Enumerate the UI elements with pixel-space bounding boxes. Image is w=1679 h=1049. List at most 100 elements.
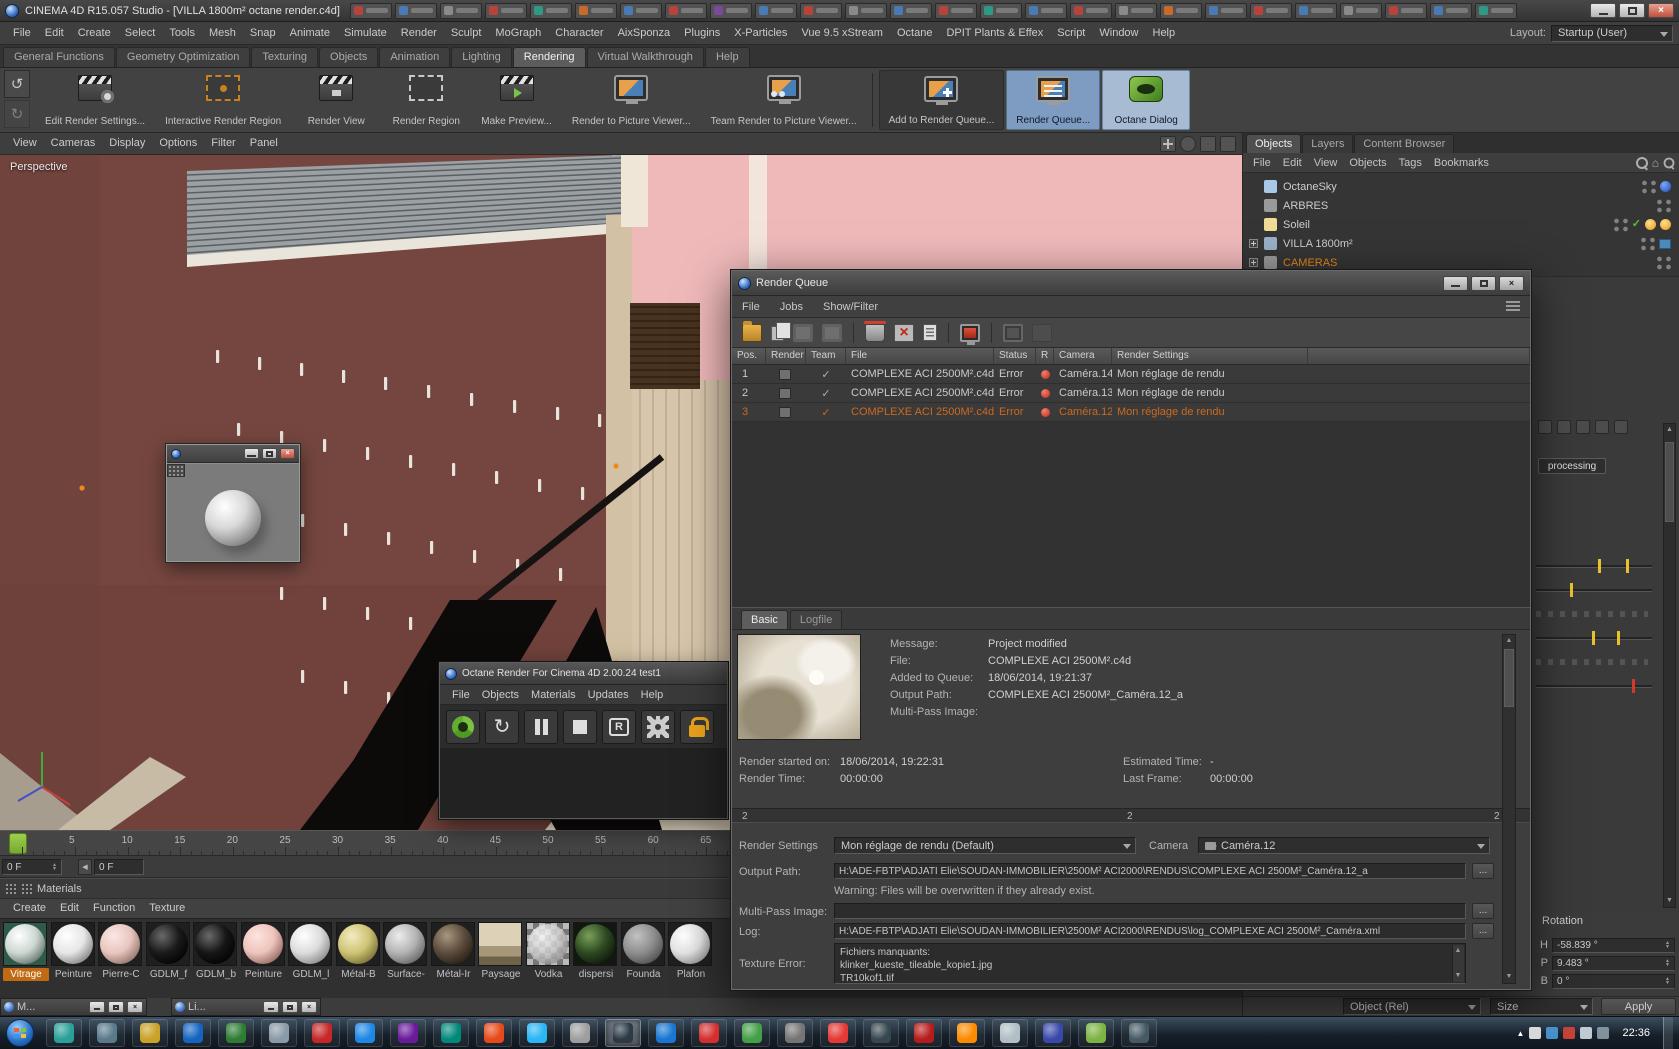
open-job-icon[interactable] <box>742 320 762 342</box>
app-tab[interactable] <box>574 2 617 19</box>
objects-menu-file[interactable]: File <box>1247 157 1277 169</box>
menu-item-octane[interactable]: Octane <box>890 22 939 45</box>
close-button[interactable]: × <box>301 1001 317 1013</box>
octane-lock-button[interactable] <box>680 709 714 744</box>
expander-icon[interactable] <box>1249 239 1258 248</box>
octane-settings-button[interactable] <box>641 709 675 744</box>
pan-icon[interactable] <box>1160 135 1176 152</box>
material-item-gdlm-b[interactable]: GDLM_b <box>193 922 239 981</box>
palette-tab-virtual-walkthrough[interactable]: Virtual Walkthrough <box>586 47 704 67</box>
slider-marker[interactable] <box>1632 679 1636 693</box>
slider-marker[interactable] <box>1616 631 1620 645</box>
render-dots[interactable] <box>1651 179 1656 194</box>
toolbar-button-render-region[interactable]: Render Region <box>382 70 470 130</box>
multipass-field[interactable] <box>834 903 1466 919</box>
tray-icon[interactable] <box>1529 1027 1542 1039</box>
objects-menu-objects[interactable]: Objects <box>1343 157 1392 169</box>
close-button[interactable]: × <box>1648 3 1674 18</box>
tab-objects[interactable]: Objects <box>1246 134 1302 153</box>
toolbar-button-render-queue[interactable]: Render Queue... <box>1006 70 1101 130</box>
app-tab[interactable] <box>439 2 482 19</box>
material-thumbnail[interactable] <box>145 922 190 966</box>
menu-item-script[interactable]: Script <box>1050 22 1092 45</box>
material-thumbnail[interactable] <box>335 922 380 966</box>
material-item-m-tal-b[interactable]: Métal-B <box>335 922 382 981</box>
render-dots[interactable] <box>1666 255 1671 270</box>
menu-item-plugins[interactable]: Plugins <box>677 22 727 45</box>
render-checkbox[interactable] <box>779 406 791 418</box>
show-desktop-button[interactable] <box>1663 1016 1673 1049</box>
preview-window-titlebar[interactable]: × <box>167 445 299 463</box>
rq-maximize-button[interactable] <box>1471 275 1496 291</box>
scrollbar-thumb[interactable] <box>1665 442 1674 522</box>
expander-icon[interactable] <box>1249 258 1258 267</box>
tab-content-browser[interactable]: Content Browser <box>1354 134 1455 153</box>
camera-dropdown[interactable]: Caméra.12 <box>1198 837 1490 854</box>
scroll-up-icon[interactable]: ▲ <box>1664 424 1675 436</box>
app-tab[interactable] <box>889 2 932 19</box>
app-tab[interactable] <box>1474 2 1517 19</box>
output-path-browse-button[interactable]: ... <box>1472 863 1494 879</box>
app-tab[interactable] <box>1339 2 1382 19</box>
app-tab[interactable] <box>934 2 977 19</box>
scrollbar-thumb[interactable] <box>1504 649 1514 707</box>
material-item-vitrage[interactable]: Vitrage <box>3 922 49 981</box>
slider-marker[interactable] <box>1597 559 1601 573</box>
value-spinner[interactable]: ▲ ▼ <box>1665 959 1670 968</box>
material-item-vodka[interactable]: Vodka <box>525 922 572 981</box>
preview-grip-icon[interactable] <box>167 464 185 477</box>
menu-item-character[interactable]: Character <box>548 22 610 45</box>
render-queue-window[interactable]: Render Queue × FileJobsShow/Filter Pos.R… <box>730 269 1532 991</box>
rq-minimize-button[interactable] <box>1443 275 1468 291</box>
octane-render-button[interactable] <box>602 709 636 744</box>
app-tab[interactable] <box>664 2 707 19</box>
menu-item-mesh[interactable]: Mesh <box>202 22 243 45</box>
column-header-render[interactable]: Render <box>766 348 806 364</box>
app-tab[interactable] <box>754 2 797 19</box>
team-render-machines-icon[interactable] <box>793 323 813 342</box>
maximize-button[interactable] <box>1619 3 1645 18</box>
attr-search-icon[interactable] <box>1595 420 1609 434</box>
start-button[interactable] <box>6 1019 34 1047</box>
menu-item-mograph[interactable]: MoGraph <box>488 22 548 45</box>
render-queue-titlebar[interactable]: Render Queue × <box>732 271 1530 296</box>
output-path-field[interactable]: H:\ADE-FBTP\ADJATI Elie\SOUDAN-IMMOBILIE… <box>834 863 1466 879</box>
remove-all-jobs-icon[interactable] <box>894 323 914 342</box>
tab-logfile[interactable]: Logfile <box>789 610 843 629</box>
app-tab[interactable] <box>1069 2 1112 19</box>
materials-menu-create[interactable]: Create <box>6 897 53 920</box>
material-item-gdlm-f[interactable]: GDLM_f <box>145 922 192 981</box>
material-thumbnail[interactable] <box>193 922 237 966</box>
visibility-dots[interactable] <box>1641 236 1646 251</box>
taskbar-app-button[interactable] <box>777 1019 813 1047</box>
toolbar-button-team-render-to-picture-viewer[interactable]: Team Render to Picture Viewer... <box>702 70 866 130</box>
palette-tab-objects[interactable]: Objects <box>319 47 379 67</box>
log-browse-button[interactable]: ... <box>1472 923 1494 939</box>
palette-tab-texturing[interactable]: Texturing <box>251 47 319 67</box>
render-checkbox[interactable] <box>779 368 791 380</box>
app-tab[interactable] <box>979 2 1022 19</box>
toggle-view-icon[interactable] <box>1220 135 1236 152</box>
stop-rendering-icon[interactable] <box>1003 323 1023 342</box>
app-tab[interactable] <box>529 2 572 19</box>
taskbar-app-button[interactable] <box>992 1019 1028 1047</box>
objects-menu-edit[interactable]: Edit <box>1277 157 1308 169</box>
material-thumbnail[interactable] <box>620 922 665 966</box>
scroll-down-icon[interactable]: ▼ <box>1503 971 1515 983</box>
job-row[interactable]: 2 ✓ COMPLEXE ACI 2500M².c4d Error Caméra.13 M… <box>732 384 1530 403</box>
value-spinner[interactable]: ▲ ▼ <box>1665 941 1670 950</box>
attr-mode-icon[interactable] <box>1538 420 1552 434</box>
octane-menu-updates[interactable]: Updates <box>582 685 635 705</box>
taskbar-app-button[interactable] <box>648 1019 684 1047</box>
app-tab[interactable] <box>619 2 662 19</box>
render-dots[interactable] <box>1666 198 1671 213</box>
visibility-dots[interactable] <box>1642 179 1647 194</box>
axis-value-field[interactable]: 9.483 ° ▲ ▼ <box>1552 955 1675 971</box>
menu-item-tools[interactable]: Tools <box>162 22 202 45</box>
material-thumbnail[interactable] <box>383 922 427 966</box>
material-item-pierre-c[interactable]: Pierre-C <box>98 922 144 981</box>
viewport-menu-filter[interactable]: Filter <box>204 132 242 155</box>
menu-item-render[interactable]: Render <box>394 22 444 45</box>
column-header-team[interactable]: Team <box>806 348 846 364</box>
palette-tab-lighting[interactable]: Lighting <box>451 47 512 67</box>
